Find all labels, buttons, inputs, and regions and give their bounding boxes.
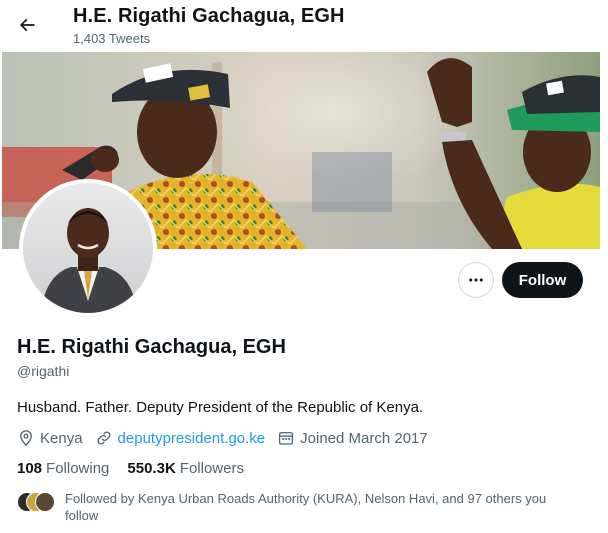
website-item[interactable]: deputypresident.go.ke bbox=[95, 429, 266, 447]
more-options-button[interactable] bbox=[458, 262, 494, 298]
profile-handle: @rigathi bbox=[17, 363, 70, 379]
followed-by-avatars bbox=[17, 492, 57, 512]
following-count: 108 bbox=[17, 460, 43, 477]
followers-stat[interactable]: 550.3K Followers bbox=[127, 460, 244, 477]
followers-count: 550.3K bbox=[127, 460, 176, 477]
calendar-icon bbox=[279, 432, 294, 445]
following-label: Following bbox=[46, 460, 110, 477]
arrow-left-icon bbox=[19, 18, 35, 32]
back-button[interactable] bbox=[10, 8, 44, 42]
profile-display-name: H.E. Rigathi Gachagua, EGH bbox=[17, 336, 286, 358]
profile-stats: 108 Following 550.3K Followers bbox=[17, 460, 262, 477]
profile-meta: Kenya deputypresident.go.ke Joined March… bbox=[17, 428, 440, 448]
joined-text: Joined March 2017 bbox=[300, 429, 428, 447]
tweet-count: 1,403 Tweets bbox=[73, 31, 151, 46]
followers-label: Followers bbox=[179, 460, 244, 477]
followed-by-row[interactable]: Followed by Kenya Urban Roads Authority … bbox=[17, 490, 577, 524]
profile-bio: Husband. Father. Deputy President of the… bbox=[17, 399, 424, 416]
followed-by-text: Followed by Kenya Urban Roads Authority … bbox=[65, 491, 547, 523]
link-icon bbox=[97, 431, 111, 445]
profile-avatar[interactable] bbox=[19, 179, 157, 317]
joined-item: Joined March 2017 bbox=[277, 429, 428, 447]
avatar-photo bbox=[23, 183, 153, 313]
website-link[interactable]: deputypresident.go.ke bbox=[118, 430, 266, 447]
profile-header-bar: H.E. Rigathi Gachagua, EGH 1,403 Tweets bbox=[0, 0, 608, 52]
header-display-name: H.E. Rigathi Gachagua, EGH bbox=[73, 5, 345, 27]
follow-button[interactable]: Follow bbox=[502, 262, 583, 298]
location-pin-icon bbox=[20, 430, 32, 447]
following-stat[interactable]: 108 Following bbox=[17, 460, 109, 477]
ellipsis-icon bbox=[469, 278, 483, 282]
follower-avatar bbox=[35, 492, 55, 512]
location-item: Kenya bbox=[17, 429, 83, 447]
location-text: Kenya bbox=[40, 429, 83, 447]
